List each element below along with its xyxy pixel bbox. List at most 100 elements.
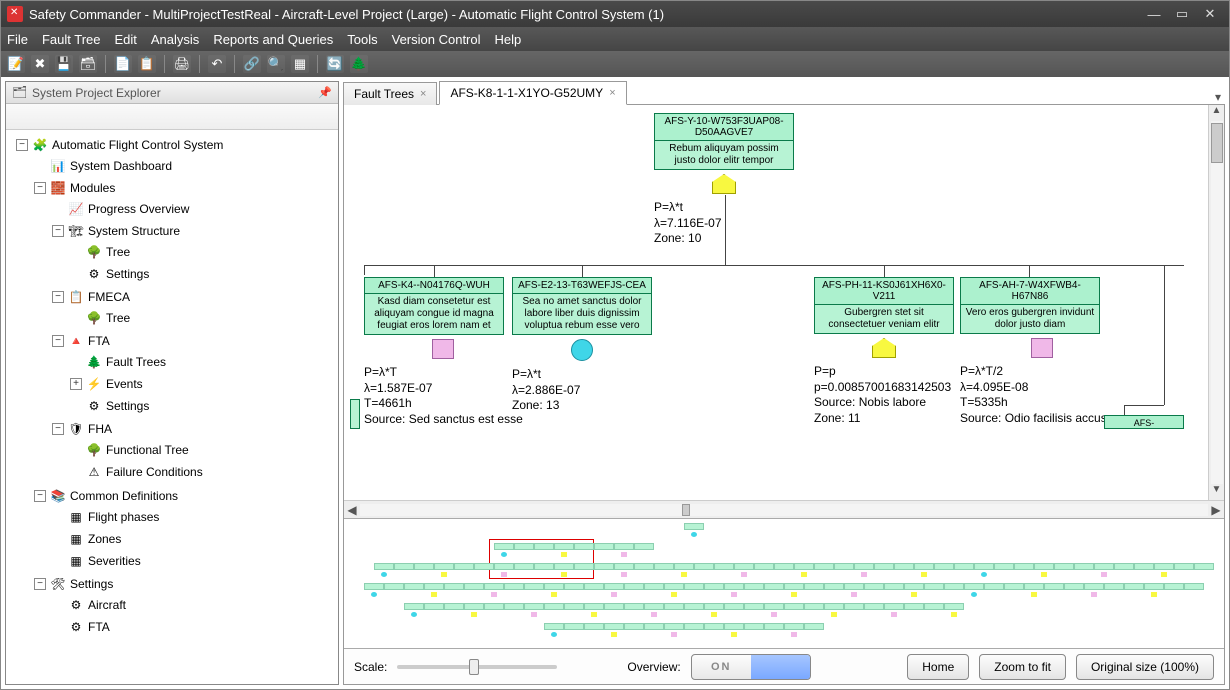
tree-root[interactable]: Automatic Flight Control System: [52, 138, 223, 152]
overview-pane[interactable]: [344, 518, 1224, 648]
menu-tools[interactable]: Tools: [347, 32, 377, 47]
save-all-icon[interactable]: 🗃: [79, 55, 97, 73]
scroll-thumb[interactable]: [682, 504, 690, 516]
scroll-thumb[interactable]: [1211, 123, 1223, 163]
bottom-bar: Scale: Overview: ON Home Zoom to fit Ori…: [344, 648, 1224, 684]
scroll-left-icon[interactable]: ◀: [344, 503, 360, 517]
expander[interactable]: −: [52, 423, 64, 435]
tree-fha-cond[interactable]: Failure Conditions: [106, 465, 203, 479]
link-icon[interactable]: 🔗: [243, 55, 261, 73]
tree-fta-trees[interactable]: Fault Trees: [106, 355, 166, 369]
tree-zones[interactable]: Zones: [88, 532, 121, 546]
tree-fha-tree[interactable]: Functional Tree: [106, 443, 189, 457]
tree-dashboard[interactable]: System Dashboard: [70, 159, 172, 173]
maximize-button[interactable]: ▭: [1169, 5, 1195, 23]
conditions-icon: ⚠: [86, 464, 102, 480]
tree-phases[interactable]: Flight phases: [88, 510, 159, 524]
menu-file[interactable]: File: [7, 32, 28, 47]
toggle-on[interactable]: ON: [692, 655, 751, 679]
node-id: AFS-K4--N04176Q-WUH: [365, 278, 503, 294]
table-icon: ▦: [68, 531, 84, 547]
tree-structure[interactable]: System Structure: [88, 224, 180, 238]
expander[interactable]: −: [34, 578, 46, 590]
fta-node-c2[interactable]: AFS-E2-13-T63WEFJS-CEASea no amet sanctu…: [512, 277, 652, 414]
search-icon[interactable]: 🔍: [267, 55, 285, 73]
menu-fault-tree[interactable]: Fault Tree: [42, 32, 101, 47]
tab-menu-icon[interactable]: ▾: [1215, 90, 1221, 104]
tree-fmeca[interactable]: FMECA: [88, 290, 130, 304]
menu-vcs[interactable]: Version Control: [392, 32, 481, 47]
node-params: P=λ*Tλ=1.587E-07T=4661hSource: Sed sanct…: [364, 365, 523, 427]
zoom-fit-button[interactable]: Zoom to fit: [979, 654, 1066, 680]
close-icon[interactable]: ×: [609, 87, 615, 99]
slider-thumb[interactable]: [469, 659, 479, 675]
save-icon[interactable]: 💾: [55, 55, 73, 73]
project-tree[interactable]: −🧩Automatic Flight Control System 📊Syste…: [6, 130, 338, 684]
tree-fta[interactable]: FTA: [88, 334, 110, 348]
fta-node-c3[interactable]: AFS-PH-11-KS0J61XH6X0-V211Gubergren stet…: [814, 277, 954, 426]
tree-set-fta[interactable]: FTA: [88, 620, 110, 634]
tree-settings[interactable]: Settings: [70, 577, 113, 591]
delete-icon[interactable]: ✖: [31, 55, 49, 73]
tree-progress[interactable]: Progress Overview: [88, 202, 189, 216]
expander[interactable]: −: [34, 182, 46, 194]
scale-slider[interactable]: [397, 665, 557, 669]
close-icon[interactable]: ×: [420, 88, 426, 100]
grid-icon[interactable]: ▦: [291, 55, 309, 73]
expander[interactable]: −: [52, 335, 64, 347]
refresh-icon[interactable]: 🔄: [326, 55, 344, 73]
minimize-button[interactable]: —: [1141, 5, 1167, 23]
tree-icon[interactable]: 🌲: [350, 55, 368, 73]
tree-common[interactable]: Common Definitions: [70, 489, 178, 503]
new-icon[interactable]: 📝: [7, 55, 25, 73]
tree-fha[interactable]: FHA: [88, 422, 112, 436]
toggle-off[interactable]: [751, 655, 810, 679]
node-params: P=λ*tλ=7.116E-07Zone: 10: [654, 200, 794, 247]
sidebar: 🗂 System Project Explorer 📌 −🧩Automatic …: [5, 81, 339, 685]
fault-tree-canvas[interactable]: ▲ ▼ AFS-Y-10-W753F3UAP: [344, 105, 1224, 500]
home-button[interactable]: Home: [907, 654, 969, 680]
close-button[interactable]: ✕: [1197, 5, 1223, 23]
fta-node-c1[interactable]: AFS-K4--N04176Q-WUHKasd diam consetetur …: [364, 277, 523, 427]
settings-icon: 🛠: [50, 576, 66, 592]
partial-node-left[interactable]: [350, 399, 360, 429]
tree-modules[interactable]: Modules: [70, 181, 115, 195]
expander[interactable]: −: [34, 490, 46, 502]
menu-reports[interactable]: Reports and Queries: [213, 32, 333, 47]
fta-top-node[interactable]: AFS-Y-10-W753F3UAP08-D50AAGVE7Rebum aliq…: [654, 113, 794, 247]
overview-toggle[interactable]: ON: [691, 654, 811, 680]
scroll-down-icon[interactable]: ▼: [1212, 484, 1222, 500]
print-icon[interactable]: 🖨: [173, 55, 191, 73]
expander[interactable]: −: [52, 225, 64, 237]
paste-icon[interactable]: 📋: [138, 55, 156, 73]
vertical-scrollbar[interactable]: ▲ ▼: [1208, 105, 1224, 500]
tab-fault-trees[interactable]: Fault Trees×: [343, 82, 437, 105]
menu-analysis[interactable]: Analysis: [151, 32, 199, 47]
expander[interactable]: −: [52, 291, 64, 303]
original-size-button[interactable]: Original size (100%): [1076, 654, 1214, 680]
expander[interactable]: −: [16, 139, 28, 151]
tree-struct-tree[interactable]: Tree: [106, 245, 130, 259]
basic-event-icon: [432, 339, 454, 359]
menu-help[interactable]: Help: [495, 32, 522, 47]
partial-node-right[interactable]: AFS-L...VX11X0710: [1104, 415, 1184, 429]
tree-fmeca-tree[interactable]: Tree: [106, 311, 130, 325]
tree-severities[interactable]: Severities: [88, 554, 141, 568]
node-desc: Kasd diam consetetur est aliquyam congue…: [365, 294, 503, 334]
scroll-right-icon[interactable]: ▶: [1208, 503, 1224, 517]
scroll-up-icon[interactable]: ▲: [1212, 105, 1222, 121]
tree-struct-settings[interactable]: Settings: [106, 267, 149, 281]
fta-node-c4[interactable]: AFS-AH-7-W4XFWB4-H67N86Vero eros gubergr…: [960, 277, 1123, 426]
menu-edit[interactable]: Edit: [114, 32, 136, 47]
tree-aircraft[interactable]: Aircraft: [88, 598, 126, 612]
pin-icon[interactable]: 📌: [318, 86, 332, 99]
tree-fta-settings[interactable]: Settings: [106, 399, 149, 413]
sidebar-title: System Project Explorer: [32, 86, 161, 100]
undo-icon[interactable]: ↶: [208, 55, 226, 73]
modules-icon: 🧱: [50, 180, 66, 196]
copy-icon[interactable]: 📄: [114, 55, 132, 73]
tree-fta-events[interactable]: Events: [106, 377, 143, 391]
tab-current[interactable]: AFS-K8-1-1-X1YO-G52UMY×: [439, 81, 626, 105]
horizontal-scrollbar[interactable]: ◀ ▶: [344, 500, 1224, 518]
expander[interactable]: +: [70, 378, 82, 390]
